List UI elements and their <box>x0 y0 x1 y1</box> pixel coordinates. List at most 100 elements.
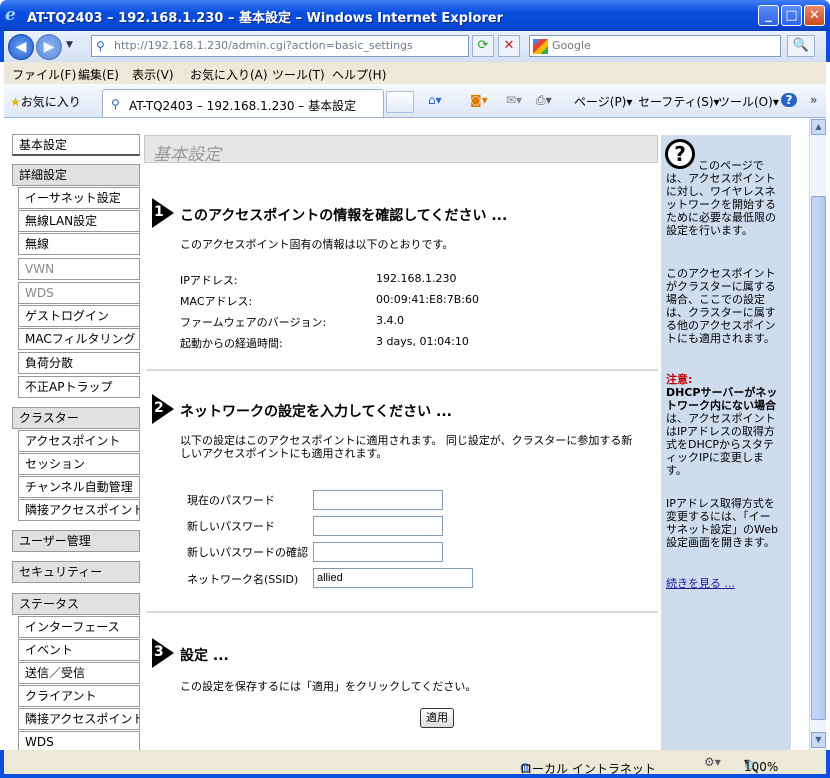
new-password-input[interactable] <box>313 516 443 536</box>
confirm-password-input[interactable] <box>313 542 443 562</box>
print-icon[interactable]: ⎙▾ <box>536 93 552 108</box>
help-warning: 注意: DHCPサーバーがネットワーク内にない場合は、アクセスポイントはIPアド… <box>666 373 778 477</box>
search-field[interactable]: Google <box>529 35 781 57</box>
stop-button[interactable]: ✕ <box>498 35 520 57</box>
scroll-up-arrow-icon[interactable]: ▲ <box>811 119 826 135</box>
forward-button[interactable]: ▶ <box>36 34 62 60</box>
page-menu[interactable]: ページ(P)▾ <box>574 93 632 110</box>
nav-user-management[interactable]: ユーザー管理 <box>12 530 140 552</box>
nav-ethernet[interactable]: イーサネット設定 <box>18 187 140 209</box>
nav-status[interactable]: ステータス <box>12 593 140 615</box>
menu-edit[interactable]: 編集(E) <box>78 66 119 83</box>
nav-tx-rx[interactable]: 送信／受信 <box>18 662 140 684</box>
page-title: 基本設定 <box>144 135 658 165</box>
menu-view[interactable]: 表示(V) <box>132 66 174 83</box>
help-paragraph-3: IPアドレス取得方式を変更するには、「イーサネット設定」のWeb設定画面を開きま… <box>666 497 778 549</box>
ie-logo-icon: e <box>5 5 16 25</box>
nav-advanced-settings[interactable]: 詳細設定 <box>12 164 140 186</box>
menu-bar: ファイル(F) 編集(E) 表示(V) お気に入り(A) ツール(T) ヘルプ(… <box>4 62 826 84</box>
nav-neighbor-ap[interactable]: 隣接アクセスポイント <box>18 499 140 521</box>
page-content: 基本設定 詳細設定 イーサネット設定 無線LAN設定 無線 VWN WDS ゲス… <box>4 118 809 750</box>
nav-security[interactable]: セキュリティー <box>12 561 140 583</box>
nav-guest-login[interactable]: ゲストログイン <box>18 305 140 327</box>
menu-help[interactable]: ヘルプ(H) <box>332 66 386 83</box>
vertical-scrollbar[interactable]: ▲ ▼ <box>809 118 826 750</box>
nav-wireless-lan[interactable]: 無線LAN設定 <box>18 210 140 232</box>
info-value-uptime: 3 days, 01:04:10 <box>376 335 469 348</box>
feeds-icon[interactable]: ◙▾ <box>470 93 488 107</box>
nav-rogue-ap[interactable]: 不正APトラップ <box>18 376 140 398</box>
nav-clients[interactable]: クライアント <box>18 685 140 707</box>
label-new-password: 新しいパスワード <box>187 520 275 533</box>
favorites-button[interactable]: ★お気に入り <box>10 93 81 110</box>
minimize-button[interactable]: _ <box>758 5 779 26</box>
nav-status-neighbor-ap[interactable]: 隣接アクセスポイント <box>18 708 140 730</box>
page-favicon-icon: ⚲ <box>96 39 105 53</box>
nav-access-points[interactable]: アクセスポイント <box>18 430 140 452</box>
zoom-level: 100% <box>744 760 779 774</box>
current-password-input[interactable] <box>313 490 443 510</box>
nav-wireless[interactable]: 無線 <box>18 233 140 255</box>
google-icon <box>533 39 548 54</box>
history-dropdown-icon[interactable]: ▼ <box>66 40 73 50</box>
url-text: http://192.168.1.230/admin.cgi?action=ba… <box>114 39 413 52</box>
chevron-more-icon[interactable]: » <box>810 93 817 107</box>
menu-tools[interactable]: ツール(T) <box>272 66 325 83</box>
nav-cluster[interactable]: クラスター <box>12 407 140 429</box>
url-field[interactable]: ⚲ http://192.168.1.230/admin.cgi?action=… <box>91 35 469 57</box>
menu-favorites[interactable]: お気に入り(A) <box>190 66 268 83</box>
tab-favicon-icon: ⚲ <box>111 97 120 111</box>
warning-bold-text: DHCPサーバーがネットワーク内にない場合 <box>666 386 778 412</box>
nav-mac-filtering[interactable]: MACフィルタリング <box>18 328 140 350</box>
tab-title: AT-TQ2403 – 192.168.1.230 – 基本設定 <box>129 99 357 113</box>
help-icon[interactable]: ? <box>781 93 797 107</box>
tab-active[interactable]: ⚲ AT-TQ2403 – 192.168.1.230 – 基本設定 <box>102 89 384 117</box>
zoom-control[interactable]: 🔍 100% ▾ <box>744 755 778 774</box>
warning-label: 注意: <box>666 373 693 386</box>
home-icon[interactable]: ⌂▾ <box>428 93 442 107</box>
tools-menu[interactable]: ツール(O)▾ <box>718 93 779 110</box>
nav-vwn[interactable]: VWN <box>18 258 140 280</box>
more-link[interactable]: 続きを見る ... <box>666 577 735 590</box>
nav-wds[interactable]: WDS <box>18 282 140 304</box>
window-title: AT-TQ2403 – 192.168.1.230 – 基本設定 – Windo… <box>27 11 504 26</box>
help-paragraph-1: このページでは、アクセスポイントに対し、ワイヤレスネットワークを開始するために必… <box>666 159 776 237</box>
star-icon: ★ <box>10 95 21 109</box>
divider <box>146 611 658 613</box>
nav-channel-management[interactable]: チャンネル自動管理 <box>18 476 140 498</box>
maximize-button[interactable]: □ <box>781 5 802 26</box>
nav-events[interactable]: イベント <box>18 639 140 661</box>
page-menu-label: ページ(P) <box>574 95 627 109</box>
safety-menu[interactable]: セーフティ(S)▾ <box>638 93 720 110</box>
help-more: 続きを見る ... <box>666 577 778 590</box>
menu-file[interactable]: ファイル(F) <box>12 66 76 83</box>
section3-heading: 設定 ... <box>180 648 229 664</box>
nav-basic-settings[interactable]: 基本設定 <box>12 134 140 156</box>
label-confirm-password: 新しいパスワードの確認 <box>187 546 308 559</box>
scroll-thumb[interactable] <box>811 196 826 720</box>
nav-interfaces[interactable]: インターフェース <box>18 616 140 638</box>
address-toolbar: ◀ ▶ ▼ ⚲ http://192.168.1.230/admin.cgi?a… <box>0 31 830 62</box>
refresh-button[interactable]: ⟳ <box>472 35 494 57</box>
section2-heading: ネットワークの設定を入力してください ... <box>180 404 452 420</box>
search-placeholder: Google <box>552 39 591 52</box>
nav-status-wds[interactable]: WDS <box>18 731 140 750</box>
nav-sessions[interactable]: セッション <box>18 453 140 475</box>
step-3-badge-icon: 3 <box>152 638 174 668</box>
section2-desc-line2: しいアクセスポイントにも適用されます。 <box>180 447 388 460</box>
close-button[interactable]: ✕ <box>804 5 825 26</box>
help-paragraph-2: このアクセスポイントがクラスターに属する場合、ここでの設定は、クラスターに属する… <box>666 267 776 345</box>
favorites-label: お気に入り <box>20 95 81 109</box>
search-button[interactable]: 🔍 <box>787 35 815 57</box>
new-tab-button[interactable] <box>386 91 414 113</box>
back-button[interactable]: ◀ <box>8 34 34 60</box>
mail-icon[interactable]: ✉▾ <box>506 93 522 107</box>
ssid-input[interactable] <box>313 568 473 588</box>
step-1-badge-icon: 1 <box>152 198 174 228</box>
info-label-ip: IPアドレス: <box>180 274 238 287</box>
nav-load-balancing[interactable]: 負荷分散 <box>18 352 140 374</box>
info-value-ip: 192.168.1.230 <box>376 272 457 285</box>
apply-button[interactable]: 適用 <box>420 708 454 728</box>
protected-mode-icon[interactable]: ⚙▾ <box>704 755 721 769</box>
scroll-down-arrow-icon[interactable]: ▼ <box>811 732 826 748</box>
